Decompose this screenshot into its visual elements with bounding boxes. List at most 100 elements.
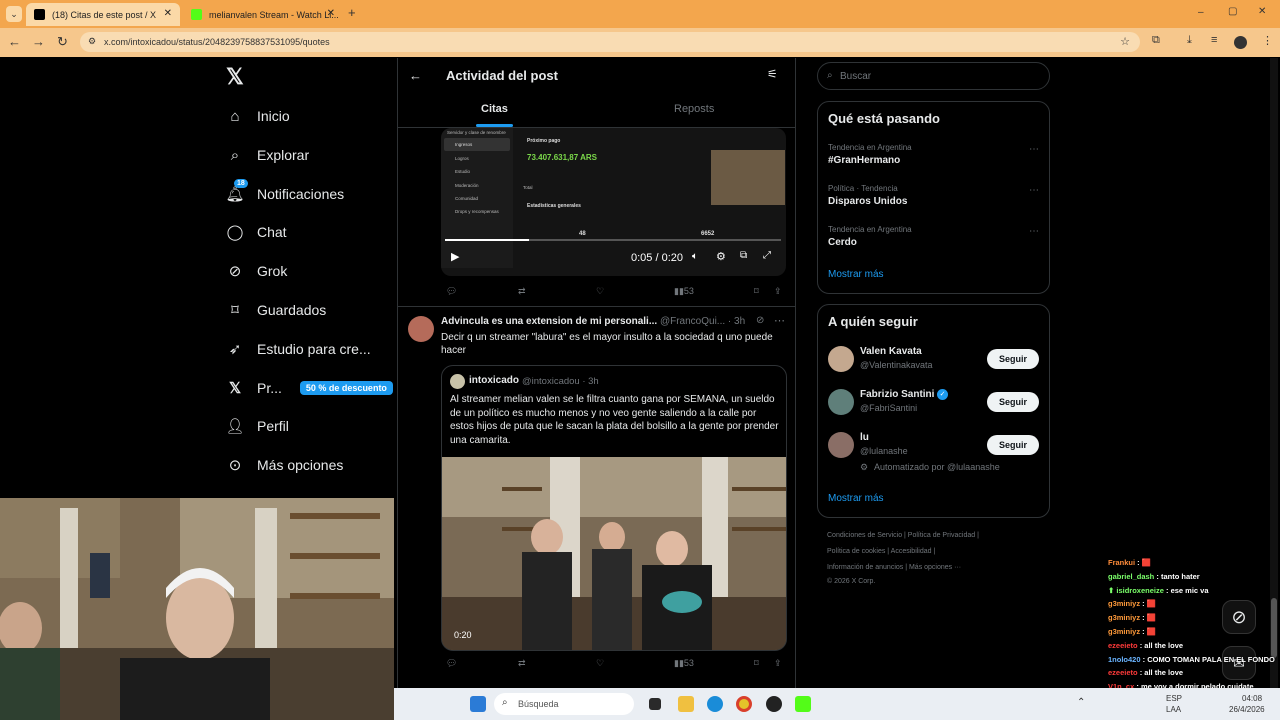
more-dots-icon[interactable]: ⋯ (774, 314, 785, 327)
more-dots-icon[interactable]: ⋯ (1029, 185, 1039, 196)
keyboard-layout[interactable]: LAA (1166, 705, 1181, 714)
back-arrow-icon[interactable]: ← (8, 34, 21, 49)
repost-icon[interactable]: ⇄ (518, 286, 526, 297)
trend-item[interactable]: Disparos Unidos (828, 196, 907, 207)
avatar[interactable] (828, 389, 854, 415)
file-explorer-icon[interactable] (678, 696, 694, 712)
follow-name[interactable]: Valen Kavata (860, 346, 922, 357)
sidebar-item-chat[interactable]: ◯ Chat (226, 218, 287, 246)
post-time[interactable]: · 3h (728, 316, 745, 327)
taskbar-search[interactable]: ⌕ Búsqueda (494, 693, 634, 715)
views-icon[interactable]: ▮▮ 53 (674, 658, 694, 669)
forward-arrow-icon[interactable]: → (32, 34, 45, 49)
fullscreen-icon[interactable]: ⤢ (763, 250, 771, 261)
post-author[interactable]: Advincula es una extension de mi persona… (441, 316, 657, 327)
follow-name[interactable]: Fabrizio Santini (860, 389, 934, 400)
kick-app-icon[interactable] (795, 696, 811, 712)
like-icon[interactable]: ♡ (596, 286, 604, 297)
browser-tab[interactable]: melianvalen Stream - Watch Li... ✕ (183, 3, 343, 26)
more-dots-icon[interactable]: ⋯ (1029, 144, 1039, 155)
task-view-icon[interactable] (649, 698, 661, 710)
sidebar-item-grok[interactable]: ⊘ Grok (226, 257, 288, 285)
edge-icon[interactable] (707, 696, 723, 712)
bookmark-icon[interactable]: ⌑ (754, 658, 759, 669)
play-icon[interactable]: ▶ (451, 250, 459, 263)
chat-username[interactable]: ezeeieto (1108, 641, 1138, 650)
avatar[interactable] (408, 316, 434, 342)
close-window-button[interactable]: ✕ (1258, 6, 1266, 17)
site-info-icon[interactable]: ⚙ (88, 36, 96, 47)
close-icon[interactable]: ✕ (164, 8, 172, 19)
tab-reposts[interactable]: Reposts (674, 103, 714, 115)
tray-chevron-icon[interactable]: ⌃ (1077, 697, 1085, 708)
search-input[interactable]: ⌕ Buscar (817, 62, 1050, 90)
volume-icon[interactable]: 🔈︎ (692, 251, 698, 262)
more-dots-icon[interactable]: ⋯ (1029, 226, 1039, 237)
sidebar-item-estudio[interactable]: ➶ Estudio para cre... (226, 335, 371, 363)
sidebar-item-perfil[interactable]: 👤︎ Perfil (225, 412, 288, 440)
sidebar-item-explorar[interactable]: ⌕ Explorar (226, 141, 309, 169)
chat-username[interactable]: g3miniyz (1108, 627, 1140, 636)
avatar[interactable] (828, 432, 854, 458)
chat-username[interactable]: 1nolo420 (1108, 655, 1141, 664)
reload-icon[interactable]: ↻ (57, 34, 68, 50)
close-icon[interactable]: ✕ (327, 8, 335, 19)
follow-name[interactable]: lu (860, 432, 869, 443)
sidebar-item-mas-opciones[interactable]: ⊙ Más opciones (226, 451, 344, 479)
repost-icon[interactable]: ⇄ (518, 658, 526, 669)
sidebar-item-guardados[interactable]: ⌑ Guardados (226, 296, 326, 324)
trend-item[interactable]: Cerdo (828, 237, 857, 248)
windows-start-icon[interactable] (470, 696, 486, 712)
follow-handle[interactable]: @FabriSantini (860, 403, 917, 413)
chat-username[interactable]: gabriel_dash (1108, 572, 1154, 581)
post-handle[interactable]: @FrancoQui... (660, 316, 725, 327)
avatar[interactable] (828, 346, 854, 372)
grok-icon[interactable]: ⊘ (756, 315, 764, 326)
follow-handle[interactable]: @lulanashe (860, 446, 908, 456)
menu-icon[interactable]: ⋮ (1262, 34, 1273, 47)
star-icon[interactable]: ☆ (1120, 35, 1130, 48)
new-tab-button[interactable]: + (348, 5, 356, 20)
app-icon[interactable] (766, 696, 782, 712)
views-icon[interactable]: ▮▮ 53 (674, 286, 694, 297)
chat-username[interactable]: g3miniyz (1108, 599, 1140, 608)
post-video[interactable]: Servidor y clase de renombre Ingresos Lo… (441, 128, 786, 276)
chat-username[interactable]: ezeeieto (1108, 668, 1138, 677)
maximize-button[interactable]: ▢ (1228, 6, 1237, 17)
extensions-icon[interactable]: ⧉ (1152, 34, 1160, 47)
address-bar[interactable]: ⚙ x.com/intoxicadou/status/2048239758837… (80, 32, 1140, 52)
follow-button[interactable]: Seguir (987, 349, 1039, 369)
chrome-icon[interactable] (736, 696, 752, 712)
footer-links[interactable]: Política de cookies | Accesibilidad | (827, 548, 935, 555)
gear-icon[interactable]: ⚙ (716, 250, 726, 263)
reply-icon[interactable]: 💬︎ (446, 286, 457, 297)
pip-icon[interactable]: ⧉ (740, 250, 747, 261)
clock-time[interactable]: 04:08 (1242, 694, 1262, 703)
chat-username[interactable]: g3miniyz (1108, 613, 1140, 622)
sidebar-item-notificaciones[interactable]: 🔔︎ 18 Notificaciones (225, 179, 344, 208)
x-logo-icon[interactable]: 𝕏 (226, 64, 244, 90)
browser-tab-active[interactable]: (18) Citas de este post / X ✕ (26, 3, 180, 26)
chat-username[interactable]: Frankui (1108, 558, 1135, 567)
footer-links[interactable]: Información de anuncios | Más opciones ·… (827, 564, 961, 571)
follow-button[interactable]: Seguir (987, 392, 1039, 412)
avatar[interactable] (1234, 36, 1247, 49)
quoted-post[interactable]: intoxicado @intoxicadou · 3h Al streamer… (441, 365, 787, 651)
reply-icon[interactable]: 💬︎ (446, 658, 457, 669)
trends-show-more-link[interactable]: Mostrar más (828, 269, 884, 280)
tab-search-button[interactable]: ⌄ (6, 6, 22, 22)
minimize-button[interactable]: – (1198, 7, 1204, 18)
trend-item[interactable]: #GranHermano (828, 155, 900, 166)
settings-sliders-icon[interactable]: ⚟ (767, 67, 778, 81)
download-icon[interactable]: ⤓ (1187, 34, 1192, 47)
clock-date[interactable]: 26/4/2026 (1229, 705, 1265, 714)
follow-handle[interactable]: @Valentinakavata (860, 360, 933, 370)
follow-show-more-link[interactable]: Mostrar más (828, 493, 884, 504)
back-arrow-icon[interactable]: ← (409, 68, 422, 83)
share-icon[interactable]: ⇪ (774, 658, 782, 669)
follow-button[interactable]: Seguir (987, 435, 1039, 455)
share-icon[interactable]: ⇪ (774, 286, 782, 297)
chat-username[interactable]: ⬆ isidroxeneize (1108, 586, 1164, 595)
bookmark-icon[interactable]: ⌑ (754, 286, 759, 297)
sidebar-item-inicio[interactable]: ⌂ Inicio (226, 102, 289, 130)
